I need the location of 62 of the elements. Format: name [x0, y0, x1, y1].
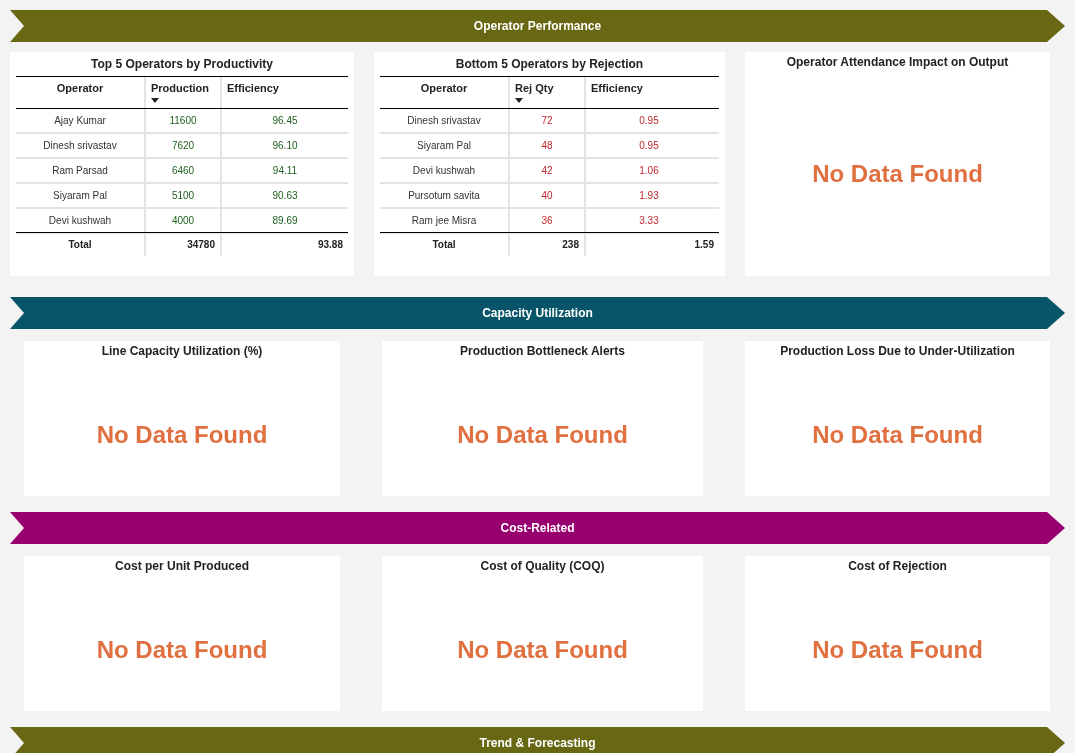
column-header[interactable]: Operator	[420, 83, 468, 94]
table-cell-text: 36	[541, 214, 553, 228]
total-cell-text: Total	[68, 238, 92, 252]
table-cell-text: 96.45	[272, 114, 298, 128]
table-title: Bottom 5 Operators by Rejection	[454, 56, 645, 72]
table-cell-text: 96.10	[272, 139, 298, 153]
column-header[interactable]: Operator	[56, 83, 104, 94]
total-cell-text: 1.59	[694, 238, 714, 252]
table-cell-text: 6460	[171, 164, 195, 178]
table-cell-text: 3.33	[639, 214, 659, 228]
column-header[interactable]: Rej Qty	[515, 83, 554, 94]
table-cell-text: 4000	[171, 214, 195, 228]
column-header[interactable]: Production	[151, 83, 210, 94]
table-cell-text: Dinesh srivastav	[43, 139, 117, 153]
no-data-message: No Data Found	[96, 635, 268, 665]
table-cell-text: 40	[541, 189, 553, 203]
table-cell-text: 42	[541, 164, 553, 178]
column-header[interactable]: Efficiency	[227, 83, 279, 94]
table-cell-text: Siyaram Pal	[53, 189, 107, 203]
card-title: Production Bottleneck Alerts	[460, 343, 625, 359]
table-cell-text: 7620	[171, 139, 195, 153]
table-cell-text: Ram Parsad	[52, 164, 108, 178]
table-cell-text: 1.06	[639, 164, 659, 178]
table-cell-text: 11600	[169, 114, 197, 128]
total-cell-text: 93.88	[317, 238, 343, 252]
table-cell-text: Dinesh srivastav	[407, 114, 481, 128]
section-banner: Operator Performance	[10, 10, 1065, 42]
card-title: Cost per Unit Produced	[115, 558, 249, 574]
table-cell-text: 94.11	[272, 164, 298, 178]
no-data-message: No Data Found	[96, 420, 268, 450]
table-cell-text: Siyaram Pal	[417, 139, 471, 153]
no-data-message: No Data Found	[457, 420, 628, 450]
table-cell-text: 0.95	[639, 114, 659, 128]
card-title: Line Capacity Utilization (%)	[101, 343, 263, 359]
table-cell-text: Pursotum savita	[408, 189, 480, 203]
table-cell-text: 5100	[171, 189, 195, 203]
table-cell-text: 48	[541, 139, 553, 153]
no-data-message: No Data Found	[812, 420, 983, 450]
table-cell-text: 89.69	[272, 214, 298, 228]
table-cell-text: Ram jee Misra	[411, 214, 477, 228]
no-data-message: No Data Found	[812, 159, 983, 189]
no-data-message: No Data Found	[812, 635, 983, 665]
table-cell-text: 90.63	[272, 189, 298, 203]
section-banner: Capacity Utilization	[10, 297, 1065, 329]
table-title: Top 5 Operators by Productivity	[90, 56, 274, 72]
total-cell-text: 238	[562, 238, 579, 252]
table-cell-text: 1.93	[639, 189, 659, 203]
column-header[interactable]: Efficiency	[591, 83, 643, 94]
card-title: Cost of Rejection	[848, 558, 947, 574]
section-banner: Cost-Related	[10, 512, 1065, 544]
total-cell-text: 34780	[187, 238, 215, 252]
no-data-message: No Data Found	[457, 635, 628, 665]
card-title: Production Loss Due to Under-Utilization	[780, 343, 1015, 359]
card-title: Operator Attendance Impact on Output	[786, 54, 1009, 70]
table-cell-text: Devi kushwah	[48, 214, 112, 228]
total-cell-text: Total	[432, 238, 456, 252]
section-banner: Trend & Forecasting	[10, 727, 1065, 753]
table-cell-text: 0.95	[639, 139, 659, 153]
table-cell-text: Devi kushwah	[412, 164, 476, 178]
table-cell-text: 72	[541, 114, 553, 128]
table-cell-text: Ajay Kumar	[54, 114, 106, 128]
card-title: Cost of Quality (COQ)	[480, 558, 605, 574]
